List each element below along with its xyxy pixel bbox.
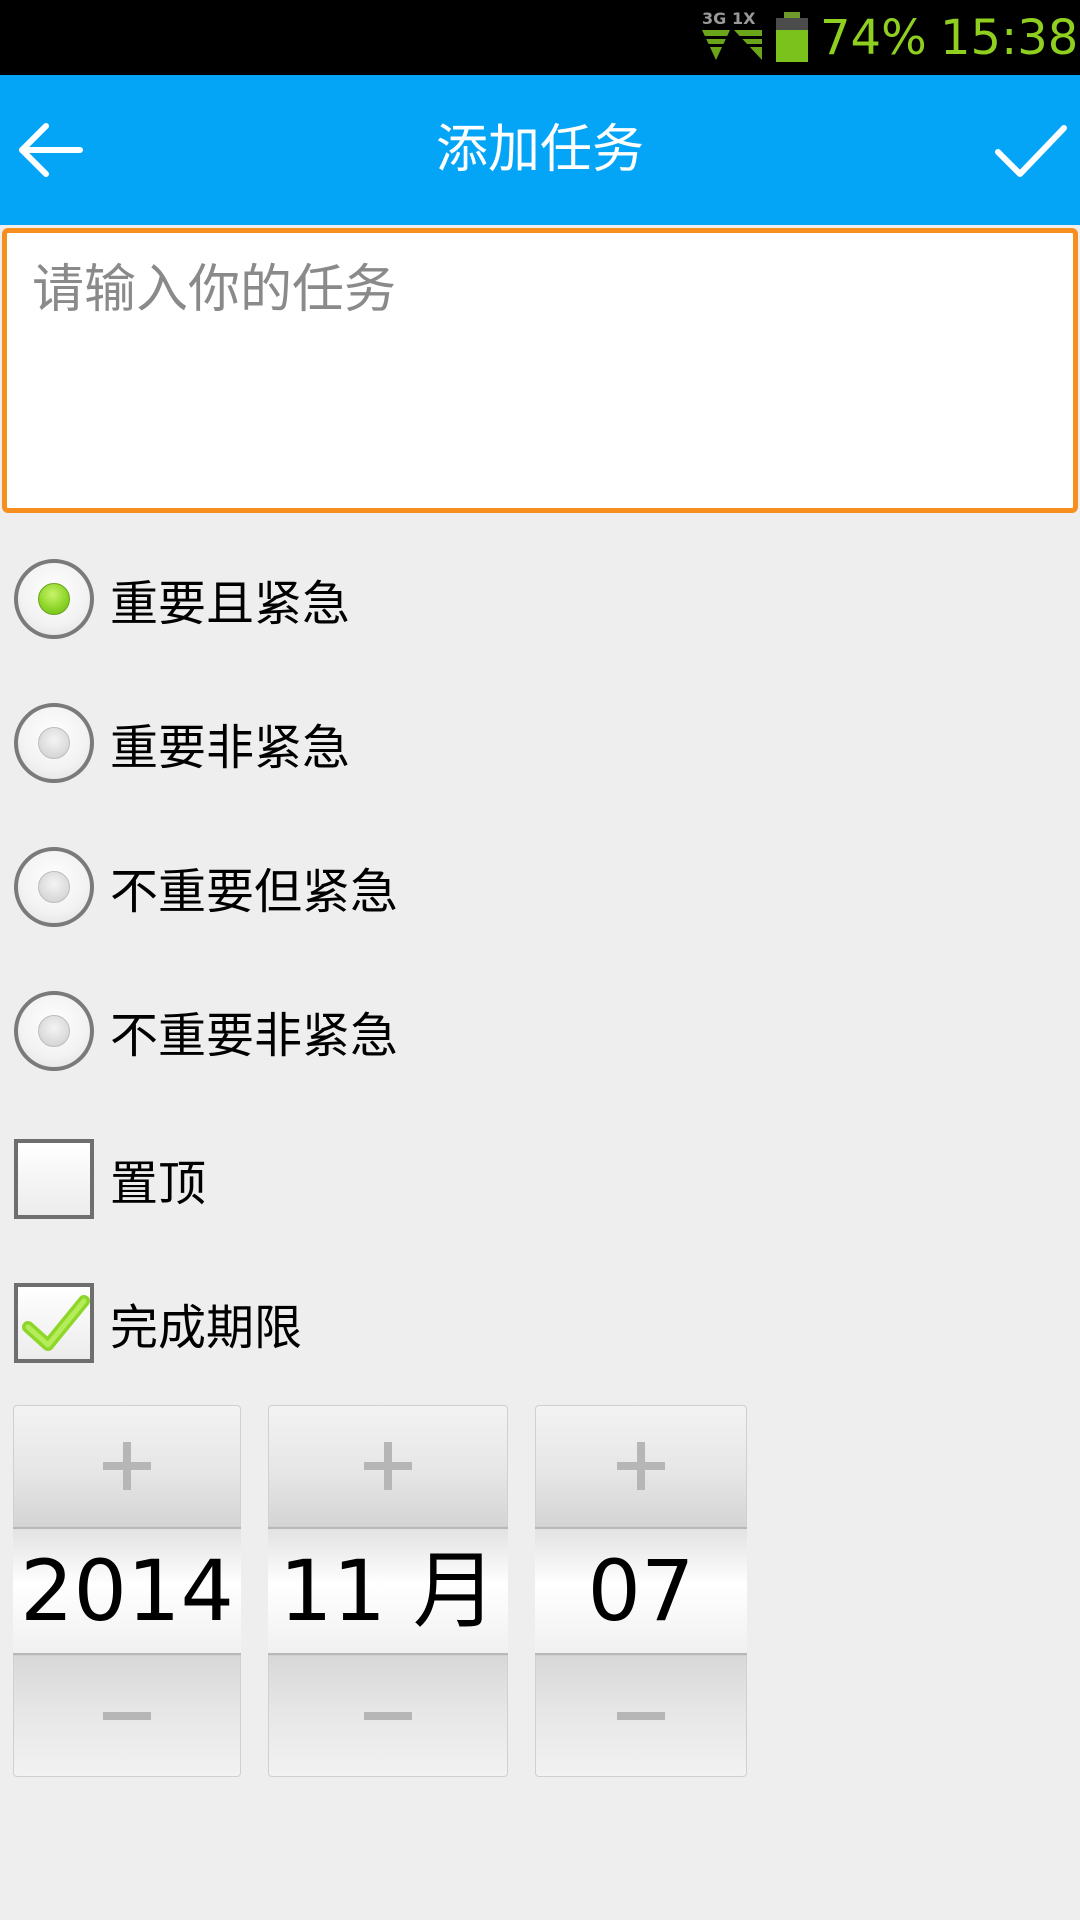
plus-icon <box>364 1442 412 1490</box>
pin-top-checkbox[interactable] <box>14 1139 94 1219</box>
status-bar: 3G 1X 74% 15:38 <box>0 0 1080 75</box>
radio-button[interactable] <box>14 991 94 1071</box>
radio-dot <box>38 1015 70 1047</box>
plus-icon <box>103 1442 151 1490</box>
year-increment-button[interactable] <box>13 1405 241 1527</box>
task-input[interactable] <box>2 228 1078 513</box>
radio-dot <box>38 727 70 759</box>
radio-button[interactable] <box>14 847 94 927</box>
option-label: 完成期限 <box>110 1300 303 1356</box>
checkmark-icon[interactable] <box>990 110 1070 190</box>
option-label: 不重要但紧急 <box>110 864 399 920</box>
network-3g-1x-icon: 3G 1X <box>702 9 762 60</box>
svg-text:3G: 3G <box>702 9 726 28</box>
option-label: 不重要非紧急 <box>110 1008 399 1064</box>
minus-icon <box>364 1712 412 1720</box>
app-bar: 添加任务 <box>0 75 1080 225</box>
option-label: 置顶 <box>110 1156 207 1212</box>
deadline-checkbox[interactable] <box>14 1283 94 1363</box>
priority-option-important-urgent[interactable]: 重要且紧急 <box>14 554 350 644</box>
plus-icon <box>617 1442 665 1490</box>
radio-dot <box>38 583 70 615</box>
priority-option-important-not-urgent[interactable]: 重要非紧急 <box>14 698 350 788</box>
priority-option-not-important-not-urgent[interactable]: 不重要非紧急 <box>14 986 398 1076</box>
year-value[interactable]: 2014 <box>13 1527 241 1655</box>
priority-option-not-important-urgent[interactable]: 不重要但紧急 <box>14 842 398 932</box>
svg-text:1X: 1X <box>732 9 756 28</box>
deadline-option[interactable]: 完成期限 <box>14 1278 302 1368</box>
clock: 15:38 <box>940 10 1079 66</box>
radio-button[interactable] <box>14 703 94 783</box>
month-value[interactable]: 11 月 <box>268 1527 508 1655</box>
checkmark-icon <box>22 1295 90 1351</box>
minus-icon <box>103 1712 151 1720</box>
minus-icon <box>617 1712 665 1720</box>
month-decrement-button[interactable] <box>268 1655 508 1777</box>
option-label: 重要非紧急 <box>110 720 351 776</box>
radio-dot <box>38 871 70 903</box>
pin-top-option[interactable]: 置顶 <box>14 1134 206 1224</box>
battery-percent: 74% <box>820 10 927 66</box>
month-increment-button[interactable] <box>268 1405 508 1527</box>
year-decrement-button[interactable] <box>13 1655 241 1777</box>
page-title: 添加任务 <box>435 120 644 180</box>
year-spinner: 2014 <box>13 1405 241 1777</box>
day-increment-button[interactable] <box>535 1405 747 1527</box>
arrow-left-icon[interactable] <box>10 110 90 190</box>
battery-icon <box>776 12 808 62</box>
option-label: 重要且紧急 <box>110 576 351 632</box>
day-value[interactable]: 07 <box>535 1527 747 1655</box>
month-spinner: 11 月 <box>268 1405 508 1777</box>
day-spinner: 07 <box>535 1405 747 1777</box>
day-decrement-button[interactable] <box>535 1655 747 1777</box>
radio-button-selected[interactable] <box>14 559 94 639</box>
